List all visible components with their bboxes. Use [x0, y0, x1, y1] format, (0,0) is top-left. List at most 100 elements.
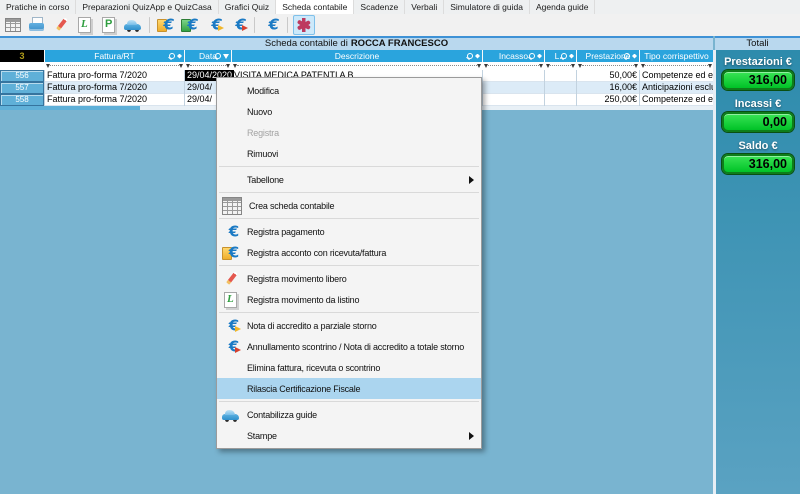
cell-tipo-corrispettivo[interactable]: Anticipazioni esclus — [640, 82, 713, 94]
menu-item-modifica[interactable]: Modifica — [217, 80, 481, 101]
cell-tipo-corrispettivo[interactable]: Competenze ed es — [640, 94, 713, 106]
menu-item-elimina-fattura[interactable]: Elimina fattura, ricevuta o scontrino — [217, 357, 481, 378]
filter-cell[interactable] — [185, 62, 231, 70]
table-grid-icon — [5, 18, 21, 32]
tab-scadenze[interactable]: Scadenze — [354, 0, 405, 14]
table-button[interactable] — [2, 15, 24, 35]
menu-item-annullamento-scontrino[interactable]: Annullamento scontrino / Nota di accredi… — [217, 336, 481, 357]
tab-pratiche-in-corso[interactable]: Pratiche in corso — [0, 0, 76, 14]
cell-incasso[interactable] — [483, 70, 544, 82]
total-saldo: Saldo € 316,00 — [716, 140, 800, 174]
col-data[interactable]: Data — [185, 50, 231, 62]
tab-simulatore-di-guida[interactable]: Simulatore di guida — [444, 0, 530, 14]
filter-cell[interactable] — [545, 62, 576, 70]
filter-handle-icon[interactable] — [539, 64, 543, 68]
col-fattura-rt[interactable]: Fattura/RT — [45, 50, 184, 62]
filter-handle-icon[interactable] — [186, 64, 190, 68]
menu-item-contabilizza-guide[interactable]: Contabilizza guide — [217, 404, 481, 425]
totali-header: Totali — [715, 36, 800, 50]
cell-prestazione[interactable]: 50,00€ — [577, 70, 639, 82]
row-id-cell[interactable]: 558 — [0, 94, 44, 106]
filter-handle-icon[interactable] — [546, 64, 550, 68]
row-id-cell[interactable]: 557 — [0, 82, 44, 94]
menu-item-label: Registra — [247, 128, 470, 138]
column-label: Descrizione — [335, 51, 379, 61]
filter-cell[interactable] — [45, 62, 184, 70]
menu-item-registra-movimento-da-listino[interactable]: Registra movimento da listino — [217, 289, 481, 310]
cell-incasso[interactable] — [483, 94, 544, 106]
menu-item-rilascia-certificazione-fiscale[interactable]: Rilascia Certificazione Fiscale — [217, 378, 481, 399]
euro-icon — [262, 17, 280, 33]
app-window: Pratiche in corso Preparazioni QuizApp e… — [0, 0, 800, 494]
nota-accredito-parziale-button[interactable] — [203, 15, 225, 35]
menu-item-registra-pagamento[interactable]: Registra pagamento — [217, 221, 481, 242]
cell-prestazione[interactable]: 16,00€ — [577, 82, 639, 94]
filter-handle-icon[interactable] — [46, 64, 50, 68]
listino-button[interactable] — [74, 15, 96, 35]
cell-l[interactable] — [545, 94, 576, 106]
tab-scheda-contabile[interactable]: Scheda contabile — [276, 0, 354, 14]
movimento-libero-button[interactable] — [50, 15, 72, 35]
preventivo-button[interactable] — [98, 15, 120, 35]
column-label: Fattura/RT — [94, 51, 134, 61]
menu-item-registra-acconto[interactable]: Registra acconto con ricevuta/fattura — [217, 242, 481, 263]
col-incasso[interactable]: Incasso — [483, 50, 544, 62]
menu-item-label: Nota di accredito a parziale storno — [247, 321, 470, 331]
cell-tipo-corrispettivo[interactable]: Competenze ed es — [640, 70, 713, 82]
filter-handle-icon[interactable] — [708, 64, 712, 68]
euro-button[interactable] — [260, 15, 282, 35]
cell-prestazione[interactable]: 250,00€ — [577, 94, 639, 106]
cell-fattura[interactable]: Fattura pro-forma 7/2020 — [45, 70, 184, 82]
cell-fattura[interactable]: Fattura pro-forma 7/2020 — [45, 94, 184, 106]
toolbar-separator — [149, 17, 150, 33]
menu-item-nuovo[interactable]: Nuovo — [217, 101, 481, 122]
menu-item-registra-movimento-libero[interactable]: Registra movimento libero — [217, 268, 481, 289]
filter-handle-icon[interactable] — [477, 64, 481, 68]
col-l[interactable]: L... — [545, 50, 576, 62]
filter-handle-icon[interactable] — [634, 64, 638, 68]
acconto-button[interactable] — [155, 15, 177, 35]
filter-cell[interactable] — [0, 62, 44, 70]
menu-item-nota-accredito-parziale[interactable]: Nota di accredito a parziale storno — [217, 315, 481, 336]
filter-handle-icon[interactable] — [571, 64, 575, 68]
asterisk-button[interactable] — [293, 15, 315, 35]
tab-grafici-quiz[interactable]: Grafici Quiz — [219, 0, 276, 14]
pagamento-button[interactable] — [179, 15, 201, 35]
filter-row — [0, 62, 713, 70]
menu-item-label: Rilascia Certificazione Fiscale — [247, 384, 470, 394]
filter-handle-icon[interactable] — [226, 64, 230, 68]
col-prestazione[interactable]: Prestazione — [577, 50, 639, 62]
guide-button[interactable] — [122, 15, 144, 35]
menu-item-rimuovi[interactable]: Rimuovi — [217, 143, 481, 164]
filter-cell[interactable] — [483, 62, 544, 70]
cell-fattura[interactable]: Fattura pro-forma 7/2020 — [45, 82, 184, 94]
filter-handle-icon[interactable] — [578, 64, 582, 68]
total-incassi: Incassi € 0,00 — [716, 98, 800, 132]
cell-l[interactable] — [545, 82, 576, 94]
cell-incasso[interactable] — [483, 82, 544, 94]
nota-accredito-totale-button[interactable] — [227, 15, 249, 35]
col-descrizione[interactable]: Descrizione — [232, 50, 482, 62]
filter-handle-icon[interactable] — [179, 64, 183, 68]
col-tipo-corrispettivo[interactable]: Tipo corrispettivo — [640, 50, 713, 62]
menu-item-label: Registra pagamento — [247, 227, 470, 237]
filter-handle-icon[interactable] — [484, 64, 488, 68]
filter-cell[interactable] — [640, 62, 713, 70]
tab-preparazioni-quizapp[interactable]: Preparazioni QuizApp e QuizCasa — [76, 0, 218, 14]
menu-item-stampe[interactable]: Stampe — [217, 425, 481, 446]
filter-handle-icon[interactable] — [233, 64, 237, 68]
total-value: 316,00 — [722, 70, 794, 90]
print-button[interactable] — [26, 15, 48, 35]
filter-cell[interactable] — [577, 62, 639, 70]
tab-verbali[interactable]: Verbali — [405, 0, 444, 14]
tab-agenda-guide[interactable]: Agenda guide — [530, 0, 595, 14]
filter-cell[interactable] — [232, 62, 482, 70]
sheet-title-bar: Scheda contabile diROCCA FRANCESCO — [0, 36, 713, 50]
scrollbar-thumb[interactable] — [0, 106, 140, 110]
menu-item-crea-scheda-contabile[interactable]: Crea scheda contabile — [217, 195, 481, 216]
cell-l[interactable] — [545, 70, 576, 82]
filter-handle-icon[interactable] — [641, 64, 645, 68]
menu-item-tabellone[interactable]: Tabellone — [217, 169, 481, 190]
row-id-cell[interactable]: 556 — [0, 70, 44, 82]
menu-separator — [219, 166, 479, 167]
